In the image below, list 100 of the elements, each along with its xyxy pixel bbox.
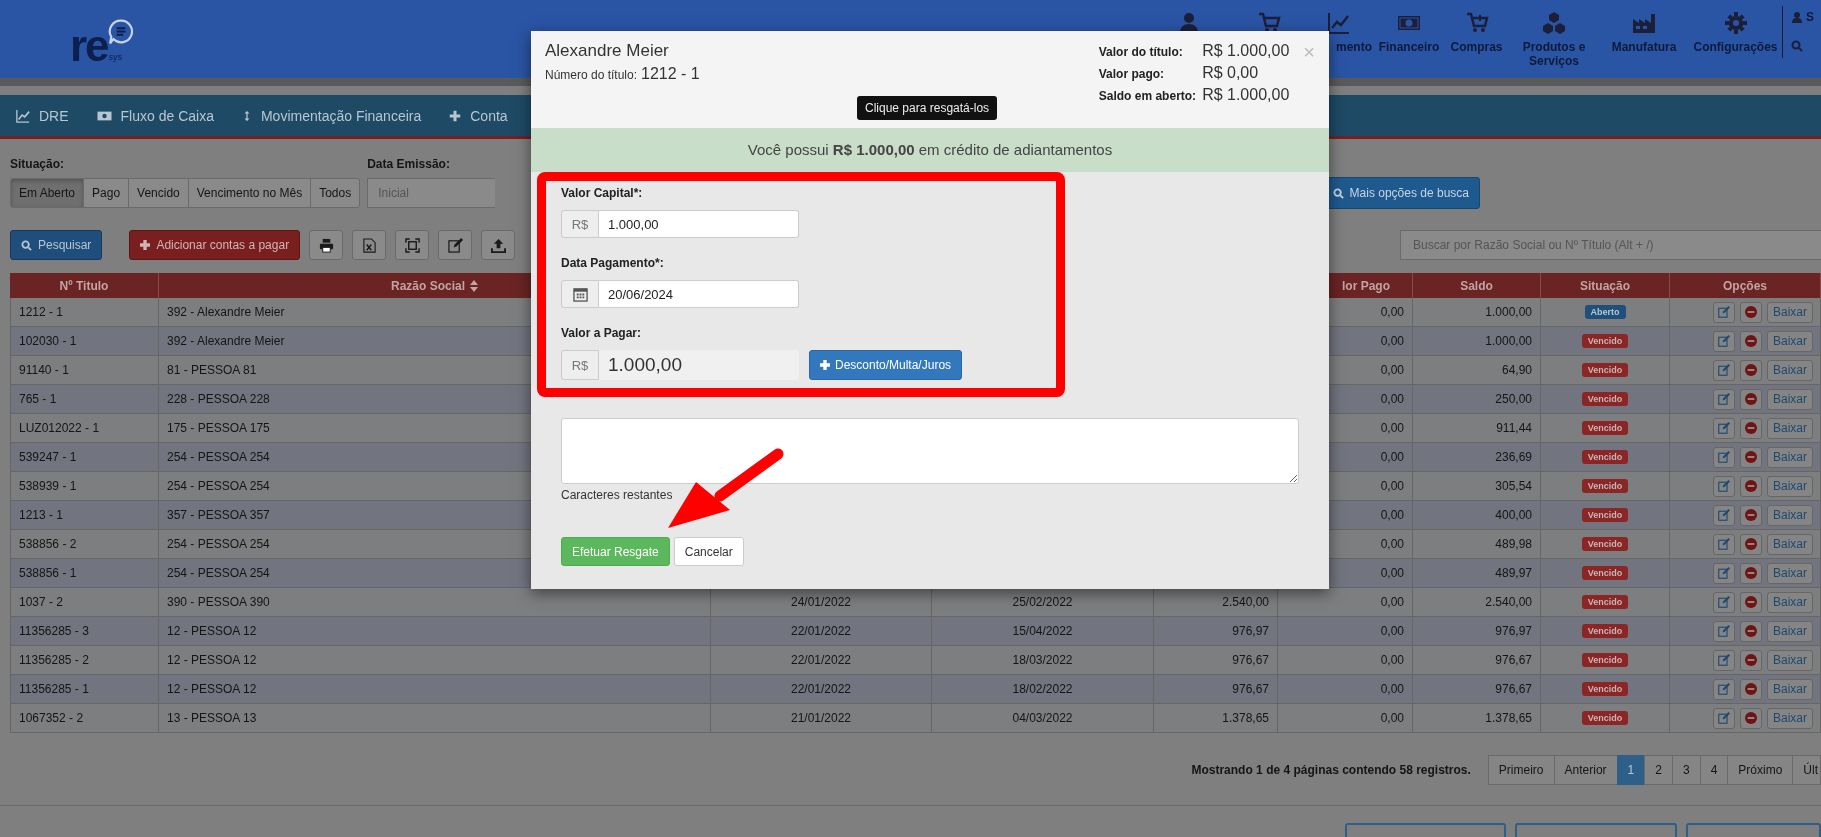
edit-button[interactable] bbox=[1713, 475, 1735, 497]
upload-icon bbox=[490, 237, 506, 253]
remove-button[interactable] bbox=[1740, 446, 1762, 468]
remove-button[interactable] bbox=[1740, 475, 1762, 497]
nav-label[interactable]: Compras bbox=[1450, 40, 1503, 54]
edit-button[interactable] bbox=[1713, 562, 1735, 584]
remove-button[interactable] bbox=[1740, 533, 1762, 555]
settle-button[interactable]: Baixar bbox=[1767, 591, 1813, 613]
table-cell: 11356285 - 3 bbox=[19, 624, 89, 638]
table-cell: 228 - PESSOA 228 bbox=[167, 392, 270, 406]
settle-button[interactable]: Baixar bbox=[1767, 678, 1813, 700]
settle-button[interactable]: Baixar bbox=[1767, 620, 1813, 642]
toolbar-button[interactable] bbox=[352, 230, 387, 260]
status-filter-button[interactable]: Todos bbox=[310, 178, 361, 208]
toolbar-button[interactable] bbox=[438, 230, 473, 260]
notes-field[interactable] bbox=[561, 418, 1299, 484]
settle-button[interactable]: Baixar bbox=[1767, 301, 1813, 323]
page-button[interactable]: Próximo bbox=[1727, 755, 1794, 785]
remove-button[interactable] bbox=[1740, 678, 1762, 700]
settle-button[interactable]: Baixar bbox=[1767, 707, 1813, 729]
settle-button[interactable]: Baixar bbox=[1767, 359, 1813, 381]
status-filter-button[interactable]: Vencimento no Mês bbox=[187, 178, 312, 208]
menu-item[interactable]: Movimentação Financeira bbox=[241, 107, 422, 124]
toolbar-button[interactable] bbox=[309, 230, 344, 260]
remove-button[interactable] bbox=[1740, 591, 1762, 613]
add-button[interactable]: Adicionar contas a pagar bbox=[129, 230, 301, 260]
minus-circle-icon bbox=[1745, 306, 1757, 318]
status-badge: Vencido bbox=[1581, 653, 1629, 667]
nav-label[interactable]: Financeiro bbox=[1378, 40, 1440, 54]
settle-button[interactable]: Baixar bbox=[1767, 446, 1813, 468]
remove-button[interactable] bbox=[1740, 504, 1762, 526]
edit-button[interactable] bbox=[1713, 533, 1735, 555]
edit-button[interactable] bbox=[1713, 417, 1735, 439]
edit-button[interactable] bbox=[1713, 301, 1735, 323]
minus-circle-icon bbox=[1745, 654, 1757, 666]
edit-button[interactable] bbox=[1713, 330, 1735, 352]
edit-button[interactable] bbox=[1713, 388, 1735, 410]
remove-button[interactable] bbox=[1740, 417, 1762, 439]
calendar-addon[interactable] bbox=[561, 280, 599, 308]
settle-button[interactable]: Baixar bbox=[1767, 475, 1813, 497]
page-button[interactable]: Últ bbox=[1792, 755, 1821, 785]
minus-circle-icon bbox=[1745, 683, 1757, 695]
toolbar-button[interactable] bbox=[395, 230, 430, 260]
edit-button[interactable] bbox=[1713, 649, 1735, 671]
settle-button[interactable]: Baixar bbox=[1767, 330, 1813, 352]
nav-label[interactable]: Configurações bbox=[1693, 40, 1778, 54]
page-button[interactable]: Anterior bbox=[1553, 755, 1618, 785]
settle-button[interactable]: Baixar bbox=[1767, 649, 1813, 671]
nav-label[interactable]: mento bbox=[1336, 40, 1374, 54]
menu-item[interactable]: Conta bbox=[449, 107, 508, 124]
settle-button[interactable]: Baixar bbox=[1767, 417, 1813, 439]
nav-label[interactable]: Manufatura bbox=[1611, 40, 1677, 54]
edit-icon bbox=[1718, 625, 1730, 637]
menu-item[interactable]: DRE bbox=[16, 107, 69, 124]
speech-bubble-icon bbox=[108, 18, 135, 46]
edit-button[interactable] bbox=[1713, 359, 1735, 381]
status-filter-button[interactable]: Vencido bbox=[128, 178, 189, 208]
edit-button[interactable] bbox=[1713, 620, 1735, 642]
table-cell: 976,67 bbox=[1495, 682, 1532, 696]
settle-button[interactable]: Baixar bbox=[1767, 533, 1813, 555]
edit-button[interactable] bbox=[1713, 504, 1735, 526]
remove-button[interactable] bbox=[1740, 707, 1762, 729]
edit-button[interactable] bbox=[1713, 591, 1735, 613]
remove-button[interactable] bbox=[1740, 359, 1762, 381]
settle-button[interactable]: Baixar bbox=[1767, 504, 1813, 526]
settle-button[interactable]: Baixar bbox=[1767, 388, 1813, 410]
discount-button[interactable]: Desconto/Multa/Juros bbox=[809, 350, 963, 380]
toolbar-button[interactable] bbox=[481, 230, 516, 260]
remove-button[interactable] bbox=[1740, 562, 1762, 584]
status-badge: Vencido bbox=[1581, 711, 1629, 725]
date-field[interactable]: 20/06/2024 bbox=[599, 280, 799, 308]
settle-button[interactable]: Baixar bbox=[1767, 562, 1813, 584]
minus-circle-icon bbox=[1745, 596, 1757, 608]
remove-button[interactable] bbox=[1740, 301, 1762, 323]
search-button[interactable]: Pesquisar bbox=[10, 230, 103, 260]
edit-button[interactable] bbox=[1713, 678, 1735, 700]
status-filter-button[interactable]: Em Aberto bbox=[10, 178, 85, 208]
edit-icon bbox=[1718, 335, 1730, 347]
remove-button[interactable] bbox=[1740, 649, 1762, 671]
cancel-button[interactable]: Cancelar bbox=[673, 537, 744, 566]
edit-icon bbox=[1718, 306, 1730, 318]
menu-item[interactable]: Fluxo de Caixa bbox=[96, 107, 214, 124]
status-filter-button[interactable]: Pago bbox=[83, 178, 130, 208]
page-button[interactable]: 2 bbox=[1644, 755, 1673, 785]
remove-button[interactable] bbox=[1740, 330, 1762, 352]
table-cell: 489,98 bbox=[1495, 537, 1532, 551]
summary-value: R$ 1.000,00 bbox=[1202, 42, 1290, 60]
minus-circle-icon bbox=[1745, 335, 1757, 347]
edit-button[interactable] bbox=[1713, 707, 1735, 729]
user-name[interactable]: S bbox=[1806, 10, 1814, 24]
total-amount-display[interactable]: 1.000,00 bbox=[599, 350, 799, 380]
page-button[interactable]: Primeiro bbox=[1487, 755, 1555, 785]
edit-icon bbox=[1718, 538, 1730, 550]
edit-button[interactable] bbox=[1713, 446, 1735, 468]
amount-field[interactable]: 1.000,00 bbox=[599, 210, 799, 238]
nav-label[interactable]: Produtos e Serviços bbox=[1509, 40, 1599, 68]
remove-button[interactable] bbox=[1740, 620, 1762, 642]
confirm-button[interactable]: Efetuar Resgate bbox=[561, 537, 670, 566]
remove-button[interactable] bbox=[1740, 388, 1762, 410]
page-button[interactable]: 3 bbox=[1671, 755, 1701, 785]
